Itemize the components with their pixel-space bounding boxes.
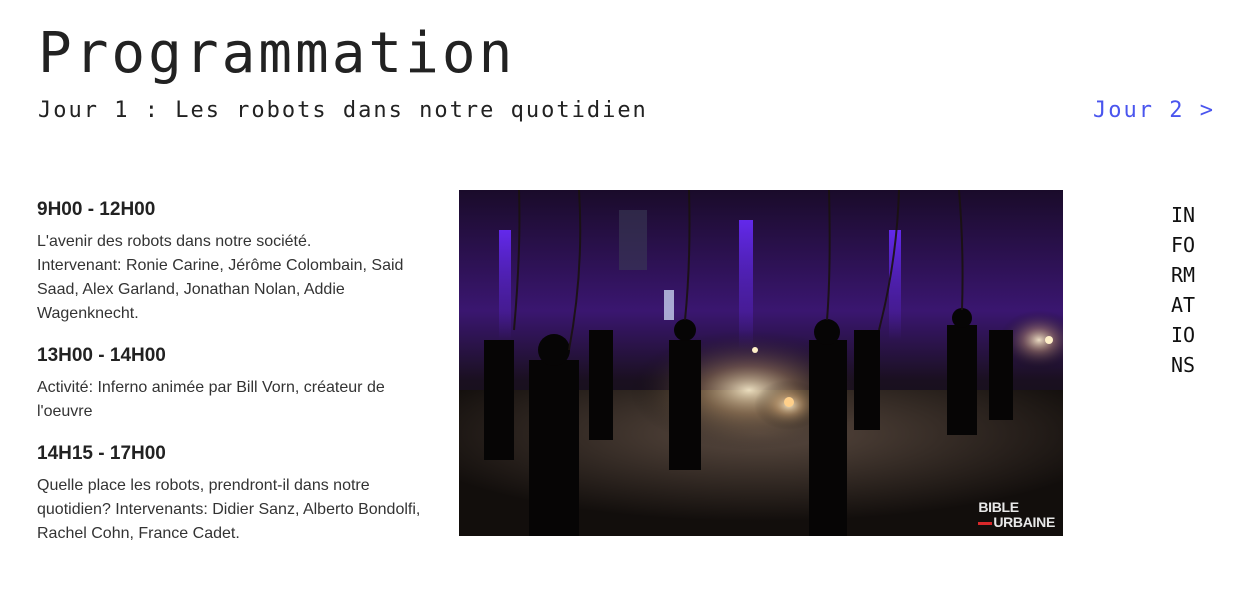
slot-time: 9H00 - 12H00 (37, 199, 156, 220)
watermark-line: BIBLE (978, 499, 1019, 515)
schedule-slot: 9H00 - 12H00 L'avenir des robots dans no… (37, 198, 432, 326)
slot-description-line: L'avenir des robots dans notre société. (37, 233, 312, 250)
next-day-link[interactable]: Jour 2 > (1093, 96, 1215, 126)
watermark-bar (978, 521, 993, 525)
schedule-slot: 14H15 - 17H00 Quelle place les robots, p… (37, 442, 432, 546)
slot-description: Quelle place les robots, prendront-il da… (37, 477, 421, 542)
slot-description: L'avenir des robots dans notre société. I… (37, 230, 432, 326)
slot-description: Activité: Inferno animée par Bill Vorn, … (37, 379, 385, 420)
day-heading: Jour 1 : Les robots dans notre quotidien (38, 98, 648, 123)
informations-tab[interactable]: INFORMATIONS (1168, 200, 1198, 380)
event-photo: BIBLE URBAINE (459, 190, 1063, 536)
slot-description-line: Intervenant: Ronie Carine, Jérôme Colomb… (37, 257, 404, 322)
slot-time: 14H15 - 17H00 (37, 443, 166, 464)
page-title: Programmation (38, 21, 516, 86)
schedule-slot: 13H00 - 14H00 Activité: Inferno animée p… (37, 344, 432, 424)
photo-watermark: BIBLE URBAINE (978, 500, 1055, 530)
photo-scene (459, 190, 1063, 536)
watermark-line: URBAINE (993, 514, 1055, 530)
slot-time: 13H00 - 14H00 (37, 345, 166, 366)
watermark-line-row: URBAINE (978, 515, 1055, 530)
schedule-list: 9H00 - 12H00 L'avenir des robots dans no… (37, 198, 432, 564)
